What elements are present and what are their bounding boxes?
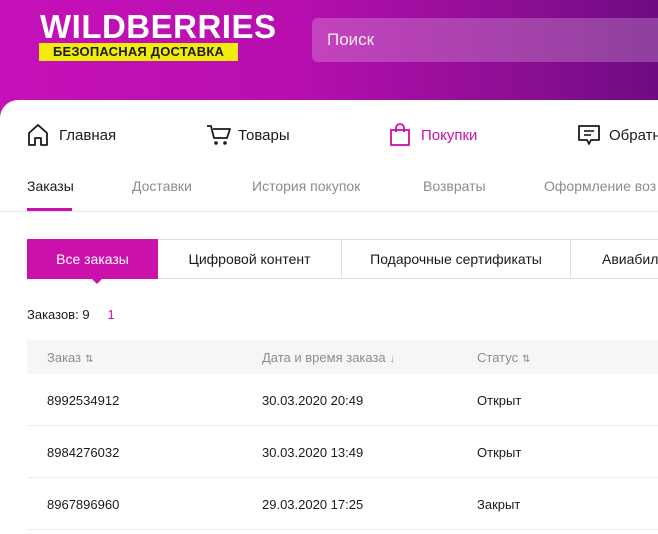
order-status: Открыт [477, 393, 522, 408]
orders-table: Заказ ⇅ Дата и время заказа ↓ Статус ⇅ 8992… [27, 340, 658, 530]
subtab-deliveries[interactable]: Доставки [132, 178, 192, 194]
column-order[interactable]: Заказ ⇅ [47, 350, 94, 365]
segment-air-tickets[interactable]: Авиабил [571, 239, 658, 279]
order-datetime: 29.03.2020 17:25 [262, 497, 364, 512]
table-row[interactable]: 8967896960 29.03.2020 17:25 Закрыт [27, 478, 658, 530]
search-input[interactable] [312, 18, 658, 62]
active-segment-pointer [91, 278, 103, 284]
order-status: Закрыт [477, 497, 521, 512]
order-id: 8984276032 [47, 445, 120, 460]
segment-digital-content[interactable]: Цифровой контент [158, 239, 342, 279]
orders-count: Заказов: 9 [27, 307, 90, 322]
subtab-return-registration[interactable]: Оформление воз [544, 178, 656, 194]
nav-item-label: Обратн [609, 126, 658, 144]
logo-badge: БЕЗОПАСНАЯ ДОСТАВКА [39, 43, 238, 61]
pagination-page[interactable]: 1 [108, 307, 115, 322]
nav-item-feedback[interactable]: Обратн [577, 122, 658, 148]
nav-item-label: Покупки [421, 126, 478, 144]
nav-item-purchases[interactable]: Покупки [389, 122, 477, 148]
order-id: 8992534912 [47, 393, 120, 408]
table-row[interactable]: 8984276032 30.03.2020 13:49 Открыт [27, 426, 658, 478]
order-datetime: 30.03.2020 20:49 [262, 393, 364, 408]
nav-item-label: Главная [59, 126, 117, 144]
order-status: Открыт [477, 445, 522, 460]
home-icon [27, 123, 51, 147]
feedback-icon [577, 123, 601, 147]
nav-item-home[interactable]: Главная [27, 122, 116, 148]
column-status[interactable]: Статус ⇅ [477, 350, 531, 365]
sort-icon: ⇅ [522, 354, 531, 365]
table-header: Заказ ⇅ Дата и время заказа ↓ Статус ⇅ [27, 340, 658, 374]
main-nav: Главная Товары Покупки Обратн [0, 100, 658, 162]
shopping-bag-icon [389, 123, 413, 147]
cart-icon [206, 123, 231, 147]
purchases-subtabs: Заказы Доставки История покупок Возвраты… [0, 162, 658, 212]
segment-all-orders[interactable]: Все заказы [27, 239, 158, 279]
sort-icon: ⇅ [85, 354, 94, 365]
subtab-purchase-history[interactable]: История покупок [252, 178, 360, 194]
order-datetime: 30.03.2020 13:49 [262, 445, 364, 460]
order-id: 8967896960 [47, 497, 120, 512]
sort-icon: ↓ [389, 354, 395, 365]
active-tab-indicator [27, 208, 72, 211]
order-type-filter: Все заказы Цифровой контент Подарочные с… [27, 239, 658, 284]
logo-wordmark[interactable]: WILDBERRIES [40, 10, 277, 44]
orders-count-row: Заказов: 9 1 [27, 307, 115, 322]
table-row[interactable]: 8992534912 30.03.2020 20:49 Открыт [27, 374, 658, 426]
subtab-orders[interactable]: Заказы [27, 178, 74, 194]
column-datetime[interactable]: Дата и время заказа ↓ [262, 350, 395, 365]
nav-item-label: Товары [238, 126, 290, 144]
subtab-returns[interactable]: Возвраты [423, 178, 486, 194]
nav-item-products[interactable]: Товары [206, 122, 290, 148]
segment-gift-certificates[interactable]: Подарочные сертификаты [342, 239, 571, 279]
search-box[interactable] [312, 18, 658, 62]
